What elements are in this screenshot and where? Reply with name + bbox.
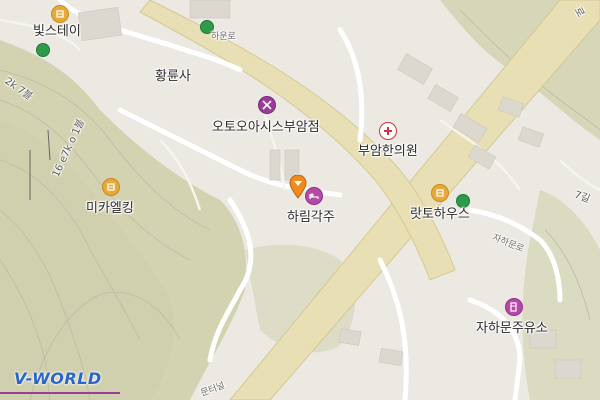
label-latohouse[interactable]: 랏토하우스 bbox=[410, 203, 470, 222]
hospital-icon[interactable] bbox=[379, 122, 397, 140]
map-view[interactable]: 빛스테이 하운로 황륜사 오토오아시스부암점 부암한의원 미카엘킹 하림각주 랏… bbox=[0, 0, 600, 400]
label-harimgakju[interactable]: 하림각주 bbox=[287, 206, 335, 225]
auto-repair-icon[interactable] bbox=[258, 96, 276, 114]
label-buamhanuiwon[interactable]: 부암한의원 bbox=[358, 140, 418, 159]
gas-station-icon[interactable] bbox=[505, 298, 523, 316]
label-jahamunjuyuso[interactable]: 자하문주유소 bbox=[476, 317, 548, 336]
logo-text: V-WORLD bbox=[14, 369, 102, 388]
label-mikaelking[interactable]: 미카엘킹 bbox=[86, 197, 134, 216]
bus-stop-icon[interactable] bbox=[36, 43, 50, 57]
road-label-harun: 하운로 bbox=[211, 32, 236, 42]
restaurant-icon[interactable] bbox=[102, 178, 120, 196]
label-autooasis[interactable]: 오토오아시스부암점 bbox=[212, 116, 320, 135]
restaurant-icon[interactable] bbox=[431, 184, 449, 202]
label-bitsteu[interactable]: 빛스테이 bbox=[33, 20, 81, 39]
label-hwangryunsa[interactable]: 황륜사 bbox=[155, 65, 191, 84]
vworld-logo: V-WORLD bbox=[14, 369, 102, 388]
lodging-icon[interactable] bbox=[305, 187, 323, 205]
